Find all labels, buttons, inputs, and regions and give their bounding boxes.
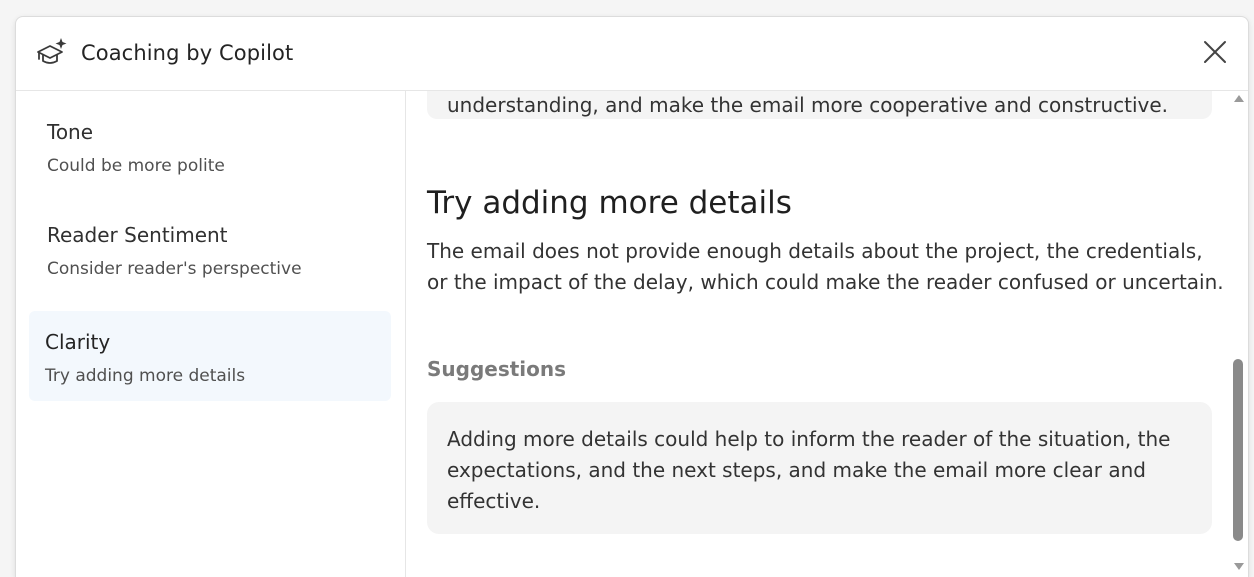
content-scrollbar[interactable] <box>1231 91 1248 577</box>
sidebar-item-clarity[interactable]: Clarity Try adding more details <box>29 311 391 401</box>
scroll-thumb[interactable] <box>1233 359 1243 541</box>
sidebar-item-tone[interactable]: Tone Could be more polite <box>29 101 391 191</box>
sidebar-item-subtitle: Could be more polite <box>47 156 225 176</box>
scroll-down-icon[interactable] <box>1234 563 1244 570</box>
graduation-cap-sparkle-icon <box>37 38 67 64</box>
suggestions-heading: Suggestions <box>427 357 567 381</box>
section-title: Try adding more details <box>427 185 792 221</box>
sidebar-item-label: Clarity <box>45 330 111 354</box>
dialog-header: Coaching by Copilot <box>16 17 1248 91</box>
sidebar-item-subtitle: Try adding more details <box>45 366 246 386</box>
suggestion-card: Adding more details could help to inform… <box>427 402 1212 534</box>
coaching-detail-pane: understanding, and make the email more c… <box>406 91 1248 577</box>
sidebar-item-label: Tone <box>47 120 94 144</box>
previous-suggestion-text: understanding, and make the email more c… <box>447 93 1169 117</box>
previous-suggestion-card: understanding, and make the email more c… <box>427 91 1212 119</box>
sidebar-item-label: Reader Sentiment <box>47 223 228 247</box>
coaching-categories-sidebar: Tone Could be more polite Reader Sentime… <box>16 91 406 577</box>
sidebar-item-reader-sentiment[interactable]: Reader Sentiment Consider reader's persp… <box>29 204 391 294</box>
scroll-up-icon[interactable] <box>1234 95 1244 102</box>
coaching-dialog: Coaching by Copilot Tone Could be more p… <box>15 16 1249 577</box>
sidebar-item-subtitle: Consider reader's perspective <box>47 259 302 279</box>
dialog-title: Coaching by Copilot <box>81 41 294 65</box>
section-description: The email does not provide enough detail… <box>427 239 1224 294</box>
close-icon[interactable] <box>1202 39 1228 65</box>
